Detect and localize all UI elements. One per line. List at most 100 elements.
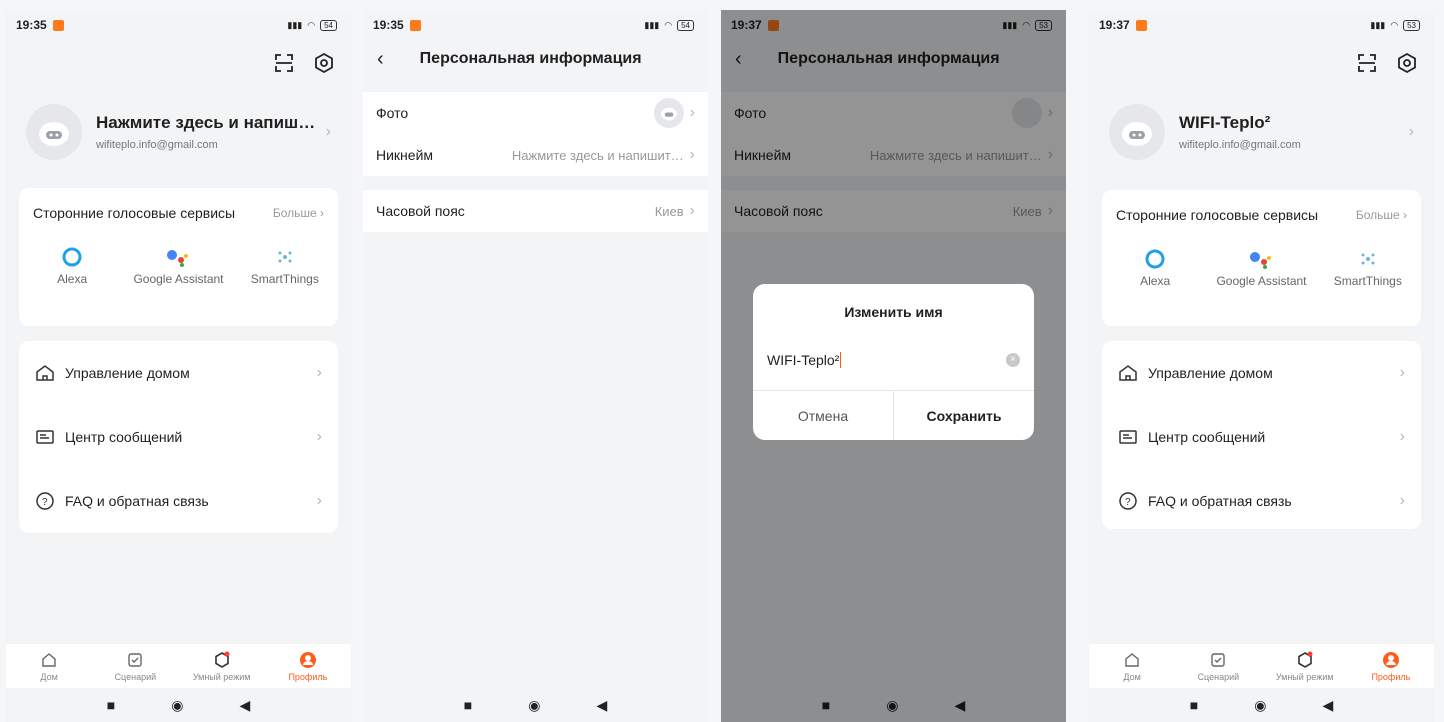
tab-bar: Дом Сценарий Умный режим Профиль <box>6 644 351 688</box>
robot-avatar-icon <box>660 107 677 121</box>
back-button-icon[interactable]: ◀ <box>239 697 250 714</box>
voice-services-title: Сторонние голосовые сервисы <box>33 205 236 221</box>
page-header: ‹ Персональная информация <box>363 40 708 78</box>
google-assistant-item[interactable]: Google Assistant <box>1211 244 1311 288</box>
recent-apps-icon[interactable]: ■ <box>107 697 115 713</box>
tab-profile[interactable]: Профиль <box>265 644 351 688</box>
alexa-icon <box>1145 249 1165 269</box>
robot-avatar-icon <box>39 122 69 146</box>
tab-scenario[interactable]: Сценарий <box>1175 644 1261 688</box>
back-button-icon[interactable]: ◀ <box>596 697 607 714</box>
settings-icon[interactable] <box>313 52 335 74</box>
back-button-icon[interactable]: ◀ <box>1322 697 1333 714</box>
alexa-item[interactable]: Alexa <box>22 242 122 286</box>
voice-services-card: Сторонние голосовые сервисы Больше › Ale… <box>19 188 338 326</box>
tab-smart-mode[interactable]: Умный режим <box>1262 644 1348 688</box>
smartthings-item[interactable]: SmartThings <box>235 242 335 286</box>
tab-bar: Дом Сценарий Умный режим Профиль <box>1089 644 1434 688</box>
scan-icon[interactable] <box>273 52 295 74</box>
home-button-icon[interactable]: ◉ <box>528 697 540 714</box>
notification-icon <box>1135 19 1147 31</box>
tab-home[interactable]: Дом <box>1089 644 1175 688</box>
profile-header[interactable]: WIFI-Teplo² wifiteplo.info@gmail.com › <box>1109 102 1414 162</box>
smartthings-item[interactable]: SmartThings <box>1318 244 1418 288</box>
home-button-icon[interactable]: ◉ <box>1254 697 1266 714</box>
battery-indicator: 53 <box>1403 19 1420 31</box>
clear-input-icon[interactable]: × <box>1006 353 1020 367</box>
tab-home[interactable]: Дом <box>6 644 92 688</box>
tab-profile[interactable]: Профиль <box>1348 644 1434 688</box>
google-assistant-icon <box>1250 252 1272 269</box>
photo-row[interactable]: Фото › <box>363 92 708 134</box>
google-assistant-icon <box>167 250 189 267</box>
recent-apps-icon[interactable]: ■ <box>464 697 472 713</box>
personal-info-card: Фото › Никнейм Нажмите здесь и напишит… › <box>363 92 708 176</box>
tab-scenario[interactable]: Сценарий <box>92 644 178 688</box>
home-icon <box>36 365 54 381</box>
profile-screen-2: 19:37 ▮▮▮ ◠ 53 WIFI-Teplo² wifiteplo.info@… <box>1089 10 1434 722</box>
save-button[interactable]: Сохранить <box>894 391 1034 440</box>
profile-name: Нажмите здесь и напиш… <box>96 113 316 132</box>
nickname-row[interactable]: Никнейм Нажмите здесь и напишит… › <box>363 134 708 176</box>
more-link[interactable]: Больше › <box>273 206 324 220</box>
signal-icon: ▮▮▮ <box>644 19 660 30</box>
battery-indicator: 54 <box>677 19 694 31</box>
profile-icon <box>299 651 316 668</box>
menu-faq[interactable]: ? FAQ и обратная связь › <box>1102 469 1421 533</box>
settings-icon[interactable] <box>1396 52 1418 74</box>
alexa-icon <box>62 247 82 267</box>
smart-icon <box>214 651 230 668</box>
more-link[interactable]: Больше › <box>1356 208 1407 222</box>
alexa-item[interactable]: Alexa <box>1105 244 1205 288</box>
help-icon: ? <box>1119 492 1137 510</box>
menu-message-center[interactable]: Центр сообщений › <box>1102 405 1421 469</box>
home-button-icon[interactable]: ◉ <box>171 697 183 714</box>
profile-header[interactable]: Нажмите здесь и напиш… wifiteplo.info@gm… <box>26 102 331 162</box>
avatar[interactable] <box>26 104 82 160</box>
name-input[interactable]: WIFI-Teplo² × <box>767 348 1020 372</box>
text-cursor <box>840 352 842 368</box>
smartthings-icon <box>1361 253 1375 265</box>
signal-icon: ▮▮▮ <box>1370 19 1386 30</box>
avatar[interactable] <box>1109 104 1165 160</box>
tab-smart-mode[interactable]: Умный режим <box>179 644 265 688</box>
page-title: Персональная информация <box>419 50 642 67</box>
notification-icon <box>409 19 421 31</box>
smart-icon <box>1297 651 1313 668</box>
system-nav-bar: ■ ◉ ◀ <box>1089 688 1434 722</box>
signal-icon: ▮▮▮ <box>287 19 303 30</box>
status-bar: 19:37 ▮▮▮ ◠ 53 <box>1089 10 1434 40</box>
edit-name-screen: 19:37 ▮▮▮ ◠ 53 ‹ Персональная информация Ф… <box>721 10 1066 722</box>
menu-message-center[interactable]: Центр сообщений › <box>19 405 338 469</box>
profile-email: wifiteplo.info@gmail.com <box>96 139 218 151</box>
profile-screen-1: 19:35 ▮▮▮ ◠ 54 Нажмите здесь и напиш… wifi… <box>6 10 351 722</box>
profile-icon <box>1382 651 1399 668</box>
menu-card: Управление домом › Центр сообщений › ? FAQ … <box>1102 341 1421 529</box>
profile-name: WIFI-Teplo² <box>1179 113 1271 132</box>
menu-home-management[interactable]: Управление домом › <box>1102 341 1421 405</box>
dialog-title: Изменить имя <box>844 304 943 320</box>
timezone-card: Часовой пояс Киев › <box>363 190 708 232</box>
scan-icon[interactable] <box>1356 52 1378 74</box>
recent-apps-icon[interactable]: ■ <box>1190 697 1198 713</box>
message-icon <box>1119 430 1137 444</box>
svg-text:?: ? <box>42 497 48 508</box>
menu-card: Управление домом › Центр сообщений › ? FAQ … <box>19 341 338 533</box>
voice-services-card: Сторонние голосовые сервисы Больше › Ale… <box>1102 190 1421 326</box>
menu-faq[interactable]: ? FAQ и обратная связь › <box>19 469 338 533</box>
menu-home-management[interactable]: Управление домом › <box>19 341 338 405</box>
home-icon <box>1119 365 1137 381</box>
home-tab-icon <box>1125 652 1139 667</box>
help-icon: ? <box>36 492 54 510</box>
wifi-icon: ◠ <box>664 19 673 30</box>
smartthings-icon <box>278 251 292 263</box>
back-arrow-icon[interactable]: ‹ <box>377 48 384 71</box>
profile-email: wifiteplo.info@gmail.com <box>1179 139 1301 151</box>
timezone-row[interactable]: Часовой пояс Киев › <box>363 190 708 232</box>
voice-services-title: Сторонние голосовые сервисы <box>1116 207 1319 223</box>
chevron-right-icon: › <box>1408 123 1414 140</box>
cancel-button[interactable]: Отмена <box>753 391 894 440</box>
chevron-right-icon: › <box>325 123 331 140</box>
google-assistant-item[interactable]: Google Assistant <box>128 242 228 286</box>
status-bar: 19:35 ▮▮▮ ◠ 54 <box>6 10 351 40</box>
